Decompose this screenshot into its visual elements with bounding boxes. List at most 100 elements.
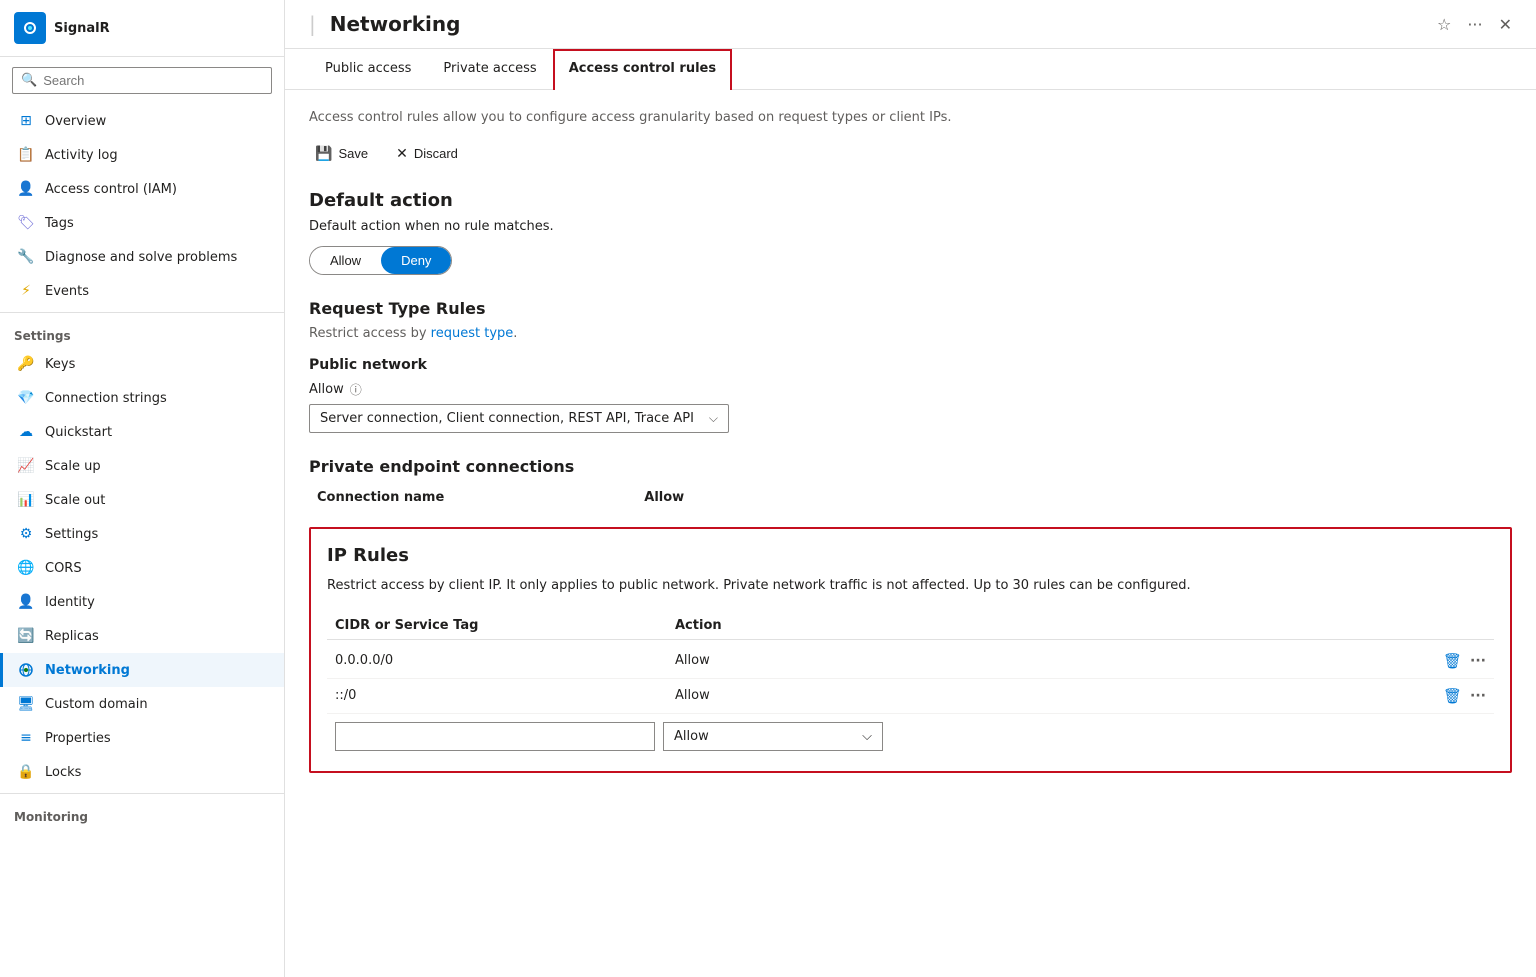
- nav-scale-up[interactable]: 📈 Scale up: [0, 449, 284, 483]
- nav-activity-log-label: Activity log: [45, 148, 118, 163]
- allow-info-icon[interactable]: ⓘ: [350, 381, 362, 398]
- request-type-rules-desc: Restrict access by request type.: [309, 326, 1512, 341]
- nav-networking[interactable]: Networking: [0, 653, 284, 687]
- ip-table-row: ::/0 Allow 🗑 ···: [327, 679, 1494, 714]
- nav-access-control[interactable]: 👤 Access control (IAM): [0, 172, 284, 206]
- ip-rules-box: IP Rules Restrict access by client IP. I…: [309, 527, 1512, 773]
- cors-icon: 🌐: [17, 559, 35, 577]
- tabs-bar: Public access Private access Access cont…: [285, 49, 1536, 90]
- ip-row-1-cidr: 0.0.0.0/0: [335, 653, 675, 668]
- replicas-icon: 🔄: [17, 627, 35, 645]
- nav-access-control-label: Access control (IAM): [45, 182, 177, 197]
- ip-add-action-dropdown[interactable]: Allow ⌵: [663, 722, 883, 751]
- divider-monitoring: [0, 793, 284, 794]
- ip-add-cidr-input[interactable]: [335, 722, 655, 751]
- top-bar-actions: ☆ ··· ✕: [1437, 15, 1512, 34]
- nav-settings-label: Settings: [45, 527, 98, 542]
- nav-connection-strings-label: Connection strings: [45, 391, 167, 406]
- allow-deny-toggle: Allow Deny: [309, 246, 452, 275]
- nav-properties-label: Properties: [45, 731, 111, 746]
- nav-custom-domain-label: Custom domain: [45, 697, 148, 712]
- page-title: Networking: [330, 12, 461, 36]
- nav-tags[interactable]: 🏷 Tags: [0, 206, 284, 240]
- networking-icon: [17, 661, 35, 679]
- ip-row-1-delete-icon[interactable]: 🗑: [1443, 652, 1462, 670]
- more-options-icon[interactable]: ···: [1467, 15, 1482, 34]
- sidebar-header: SignalR: [0, 0, 284, 57]
- save-label: Save: [338, 146, 368, 161]
- nav-cors-label: CORS: [45, 561, 82, 576]
- top-bar: | Networking ☆ ··· ✕: [285, 0, 1536, 49]
- public-network-label: Public network: [309, 357, 1512, 373]
- discard-icon: ✕: [396, 145, 408, 162]
- ip-row-1-icons: 🗑 ···: [1443, 652, 1486, 670]
- col-allow: Allow: [644, 490, 684, 505]
- discard-button[interactable]: ✕ Discard: [390, 141, 464, 166]
- locks-icon: 🔒: [17, 763, 35, 781]
- ip-row-2-more-icon[interactable]: ···: [1470, 688, 1486, 704]
- content-area: Access control rules allow you to config…: [285, 90, 1536, 977]
- nav-scale-out[interactable]: 📊 Scale out: [0, 483, 284, 517]
- search-box[interactable]: 🔍: [12, 67, 272, 94]
- quickstart-icon: ☁: [17, 423, 35, 441]
- nav-properties[interactable]: ≡ Properties: [0, 721, 284, 755]
- nav-scale-up-label: Scale up: [45, 459, 101, 474]
- allow-toggle-btn[interactable]: Allow: [310, 247, 381, 274]
- ip-row-2-delete-icon[interactable]: 🗑: [1443, 687, 1462, 705]
- ip-row-1-more-icon[interactable]: ···: [1470, 653, 1486, 669]
- settings-section-label: Settings: [0, 317, 284, 347]
- save-button[interactable]: 💾 Save: [309, 141, 374, 166]
- nav-events[interactable]: ⚡ Events: [0, 274, 284, 308]
- dropdown-arrow-icon: ⌵: [709, 411, 718, 426]
- request-type-rules-title: Request Type Rules: [309, 299, 1512, 318]
- nav-keys-label: Keys: [45, 357, 75, 372]
- close-icon[interactable]: ✕: [1499, 15, 1512, 34]
- nav-replicas[interactable]: 🔄 Replicas: [0, 619, 284, 653]
- nav-tags-label: Tags: [45, 216, 74, 231]
- tab-access-control-rules[interactable]: Access control rules: [553, 49, 732, 90]
- nav-quickstart-label: Quickstart: [45, 425, 112, 440]
- overview-icon: ⊞: [17, 112, 35, 130]
- nav-diagnose[interactable]: 🔧 Diagnose and solve problems: [0, 240, 284, 274]
- nav-locks[interactable]: 🔒 Locks: [0, 755, 284, 789]
- nav-settings[interactable]: ⚙ Settings: [0, 517, 284, 551]
- request-type-dropdown[interactable]: Server connection, Client connection, RE…: [309, 404, 729, 433]
- title-separator: |: [309, 12, 316, 36]
- ip-row-2-cidr: ::/0: [335, 688, 675, 703]
- nav-custom-domain[interactable]: 🖥 Custom domain: [0, 687, 284, 721]
- nav-overview-label: Overview: [45, 114, 106, 129]
- nav-overview[interactable]: ⊞ Overview: [0, 104, 284, 138]
- properties-icon: ≡: [17, 729, 35, 747]
- save-icon: 💾: [315, 145, 332, 162]
- toolbar: 💾 Save ✕ Discard: [309, 141, 1512, 166]
- scale-out-icon: 📊: [17, 491, 35, 509]
- nav-activity-log[interactable]: 📋 Activity log: [0, 138, 284, 172]
- nav-keys[interactable]: 🔑 Keys: [0, 347, 284, 381]
- deny-toggle-btn[interactable]: Deny: [381, 247, 451, 274]
- keys-icon: 🔑: [17, 355, 35, 373]
- ip-table-row: 0.0.0.0/0 Allow 🗑 ···: [327, 644, 1494, 679]
- scale-up-icon: 📈: [17, 457, 35, 475]
- ip-table-header: CIDR or Service Tag Action: [327, 612, 1494, 640]
- nav-replicas-label: Replicas: [45, 629, 99, 644]
- ip-row-2-action: Allow: [675, 688, 1443, 703]
- favorite-icon[interactable]: ☆: [1437, 15, 1451, 34]
- app-name: SignalR: [54, 21, 110, 36]
- col-cidr-header: CIDR or Service Tag: [335, 618, 675, 633]
- request-type-link[interactable]: request type: [431, 326, 514, 341]
- nav-quickstart[interactable]: ☁ Quickstart: [0, 415, 284, 449]
- tab-public-access[interactable]: Public access: [309, 49, 427, 90]
- nav-cors[interactable]: 🌐 CORS: [0, 551, 284, 585]
- nav-events-label: Events: [45, 284, 89, 299]
- default-action-title: Default action: [309, 190, 1512, 211]
- tab-private-access[interactable]: Private access: [427, 49, 552, 90]
- search-input[interactable]: [43, 73, 263, 88]
- ip-rules-title: IP Rules: [327, 545, 1494, 566]
- nav-connection-strings[interactable]: 💎 Connection strings: [0, 381, 284, 415]
- nav-locks-label: Locks: [45, 765, 81, 780]
- nav-identity[interactable]: 👤 Identity: [0, 585, 284, 619]
- identity-icon: 👤: [17, 593, 35, 611]
- ip-rules-desc: Restrict access by client IP. It only ap…: [327, 576, 1494, 596]
- divider-settings: [0, 312, 284, 313]
- tags-icon: 🏷: [17, 214, 35, 232]
